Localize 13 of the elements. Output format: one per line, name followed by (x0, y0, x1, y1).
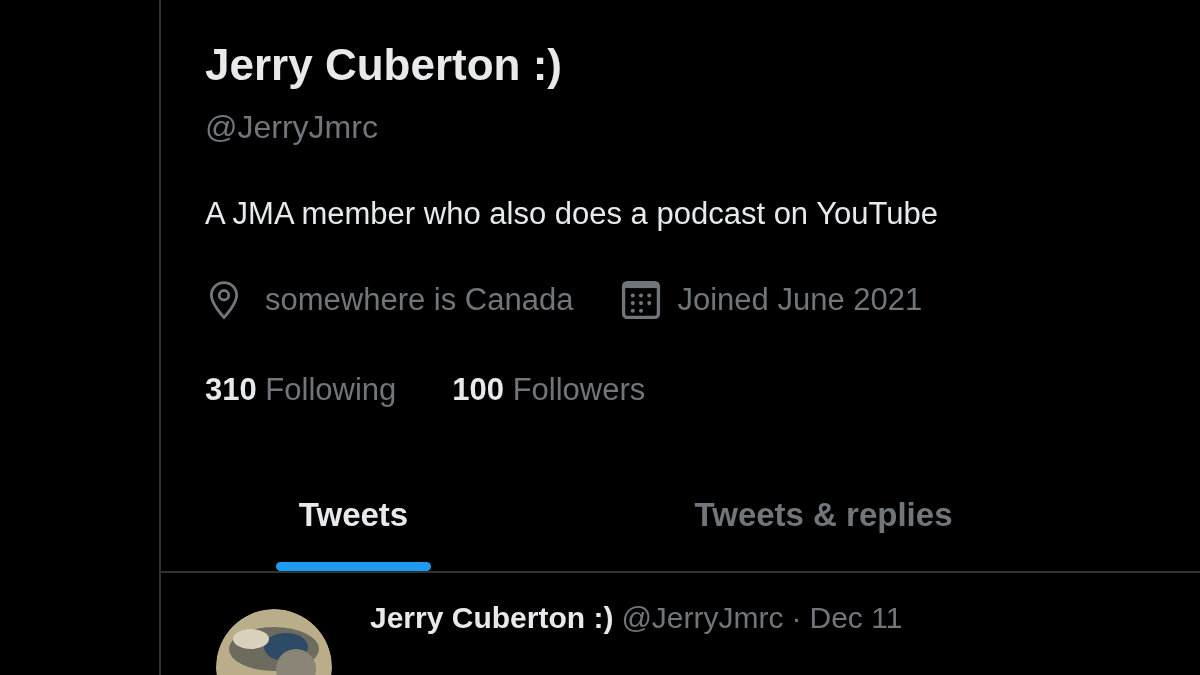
separator-dot: · (791, 601, 802, 635)
follow-stat-link[interactable]: 310 Following (205, 366, 397, 414)
location-text: somewhere is Canada (265, 280, 574, 319)
profile-handle: @JerryJmrc (205, 108, 378, 147)
join-date: Joined June 2021 (677, 280, 923, 319)
tweet-date: Dec 11 (809, 601, 903, 635)
tweet-author-handle: @JerryJmrc (621, 601, 784, 635)
profile-tab[interactable]: Tweets (161, 460, 546, 571)
follow-stat-link[interactable]: 100 Followers (452, 366, 646, 414)
profile-name: Jerry Cuberton :) (205, 39, 562, 91)
profile-tab[interactable]: Tweets & replies (546, 460, 1101, 571)
profile-bio: A JMA member who also does a podcast on YouTube (205, 195, 938, 233)
tweet-author-name: Jerry Cuberton :) (370, 601, 614, 635)
